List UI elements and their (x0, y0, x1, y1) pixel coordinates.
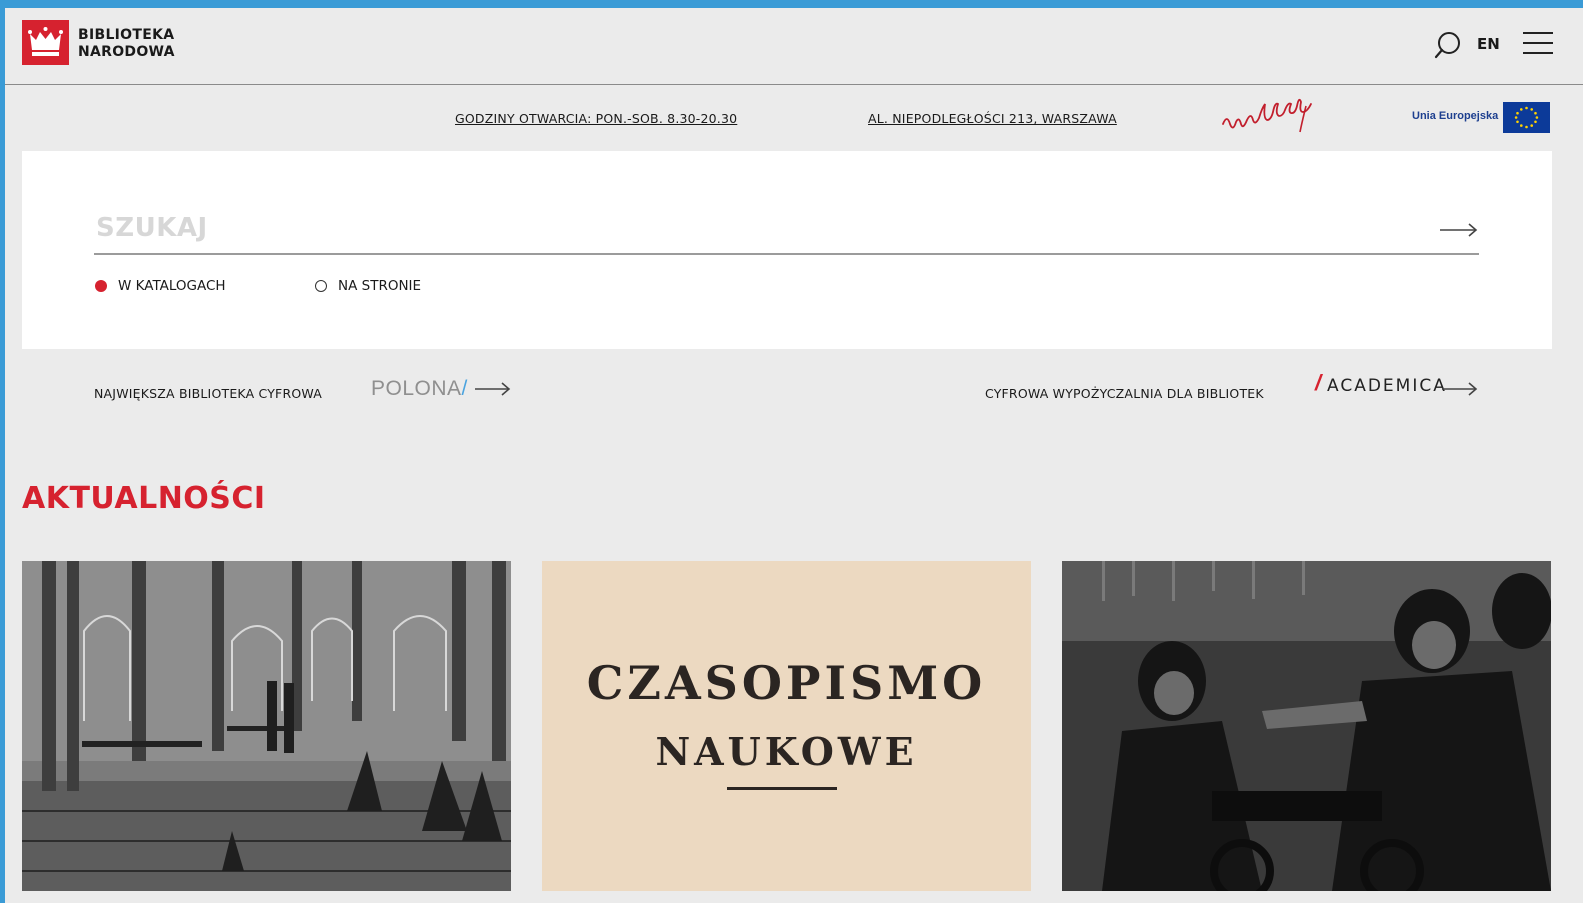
menu-icon[interactable] (1523, 32, 1553, 58)
search-underline (94, 253, 1479, 255)
radio-catalogs-label: W KATALOGACH (118, 278, 226, 294)
eu-label: Unia Europejska (1412, 110, 1499, 122)
radio-website[interactable]: NA STRONIE (315, 277, 421, 295)
polona-word: POLONA (371, 377, 462, 400)
academica-word: ACADEMICA (1327, 376, 1447, 396)
search-submit-arrow-icon[interactable] (1439, 221, 1479, 239)
search-input[interactable] (94, 207, 1398, 249)
card2-title-line2: NAUKOWE (655, 729, 918, 774)
card2-rule (727, 787, 837, 790)
news-card-1-image[interactable] (22, 561, 511, 891)
logo-line-2: NARODOWA (78, 44, 175, 60)
polona-description: NAJWIĘKSZA BIBLIOTEKA CYFROWA (94, 386, 322, 401)
polona-logo[interactable]: POLONA/ (371, 377, 468, 401)
radio-selected-icon (95, 280, 107, 292)
card2-title-line1: CZASOPISMO (586, 656, 987, 710)
language-switch[interactable]: EN (1477, 35, 1500, 53)
news-card-2-image[interactable]: CZASOPISMO NAUKOWE (542, 561, 1031, 891)
polona-arrow-icon[interactable] (474, 380, 512, 398)
niepodlegla-logo[interactable] (1220, 98, 1345, 138)
page-frame: BIBLIOTEKA NARODOWA EN GODZINY OTWARCIA:… (5, 8, 1583, 903)
site-logo-text[interactable]: BIBLIOTEKA NARODOWA (78, 27, 175, 61)
search-panel: W KATALOGACH NA STRONIE (22, 151, 1552, 349)
academica-slash: / (1315, 370, 1322, 395)
eu-flag-icon (1503, 102, 1550, 133)
radio-unselected-icon (315, 280, 327, 292)
site-header: BIBLIOTEKA NARODOWA EN (5, 8, 1583, 85)
polona-slash: / (461, 377, 468, 400)
radio-website-label: NA STRONIE (338, 278, 422, 294)
news-card-3-image[interactable] (1062, 561, 1551, 891)
search-icon[interactable] (1433, 30, 1463, 60)
radio-catalogs[interactable]: W KATALOGACH (95, 277, 226, 295)
address-link[interactable]: AL. NIEPODLEGŁOŚCI 213, WARSZAWA (868, 111, 1117, 126)
academica-arrow-icon[interactable] (1441, 380, 1479, 398)
opening-hours-link[interactable]: GODZINY OTWARCIA: PON.-SOB. 8.30-20.30 (455, 111, 737, 126)
logo-line-1: BIBLIOTEKA (78, 27, 175, 43)
news-section-title: AKTUALNOŚCI (22, 481, 266, 516)
academica-description: CYFROWA WYPOŻYCZALNIA DLA BIBLIOTEK (985, 386, 1264, 401)
crown-logo-icon[interactable] (22, 20, 69, 65)
